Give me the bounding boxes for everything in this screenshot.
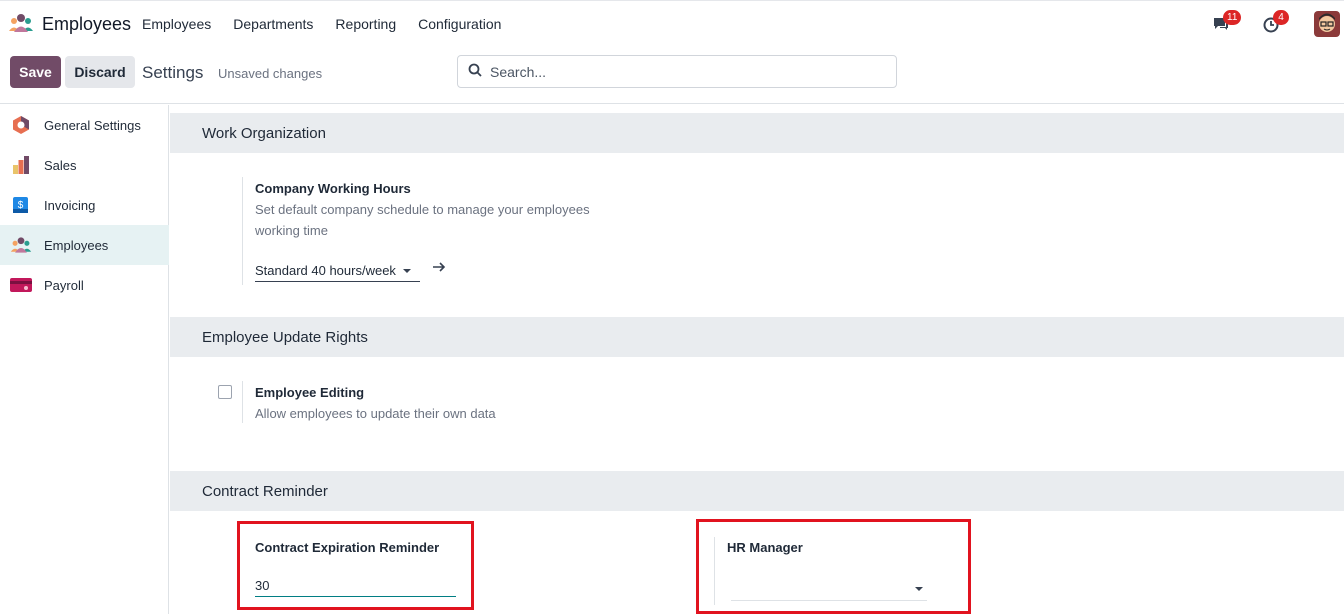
working-hours-select[interactable]: Standard 40 hours/week bbox=[255, 260, 420, 282]
page-title: Settings bbox=[142, 63, 204, 82]
setting-title-employee-editing: Employee Editing bbox=[255, 385, 365, 400]
employees-icon bbox=[10, 234, 32, 256]
navbar-systray: 11 4 bbox=[1204, 9, 1344, 41]
employees-app-icon bbox=[8, 13, 34, 36]
menu-employees[interactable]: Employees bbox=[142, 16, 211, 32]
caret-down-icon bbox=[402, 268, 411, 273]
activities-button[interactable]: 4 bbox=[1262, 10, 1289, 37]
caret-down-icon bbox=[915, 587, 923, 591]
sidebar-item-label: Sales bbox=[44, 157, 77, 173]
section-title: Work Organization bbox=[202, 125, 326, 142]
setting-divider bbox=[242, 381, 243, 423]
sales-chart-icon bbox=[10, 154, 32, 176]
user-avatar[interactable] bbox=[1314, 11, 1340, 37]
section-header-work-organization: Work Organization bbox=[170, 113, 1344, 153]
setting-desc-line2: working time bbox=[255, 223, 328, 238]
employee-editing-checkbox[interactable] bbox=[218, 385, 232, 399]
sidebar-item-label: General Settings bbox=[44, 117, 141, 133]
arrow-right-icon[interactable] bbox=[432, 260, 446, 274]
svg-text:$: $ bbox=[18, 200, 24, 211]
main-menu: Employees Departments Reporting Configur… bbox=[142, 16, 523, 32]
unsaved-status: Unsaved changes bbox=[218, 66, 323, 81]
search-input[interactable] bbox=[490, 63, 870, 80]
setting-title-hr-manager: HR Manager bbox=[727, 540, 803, 555]
sidebar-item-general-settings[interactable]: General Settings bbox=[0, 105, 169, 145]
menu-reporting[interactable]: Reporting bbox=[335, 16, 396, 32]
app-name: Employees bbox=[42, 14, 132, 34]
setting-divider bbox=[242, 177, 243, 285]
sidebar-item-sales[interactable]: Sales bbox=[0, 145, 169, 185]
top-navbar: Employees Employees Departments Reportin… bbox=[0, 0, 1344, 48]
section-title: Employee Update Rights bbox=[202, 329, 368, 346]
discard-button[interactable]: Discard bbox=[65, 56, 135, 88]
menu-configuration[interactable]: Configuration bbox=[418, 16, 501, 32]
hr-manager-select[interactable] bbox=[731, 577, 927, 601]
sidebar-item-employees[interactable]: Employees bbox=[0, 225, 169, 265]
activities-badge: 4 bbox=[1273, 10, 1289, 25]
setting-title-working-hours: Company Working Hours bbox=[255, 181, 411, 196]
expiration-days-input[interactable] bbox=[255, 575, 456, 597]
app-brand[interactable]: Employees bbox=[8, 13, 131, 36]
search-icon bbox=[468, 63, 482, 80]
payroll-icon bbox=[10, 274, 32, 296]
menu-departments[interactable]: Departments bbox=[233, 16, 313, 32]
sidebar-item-label: Payroll bbox=[44, 277, 84, 293]
sidebar-item-invoicing[interactable]: $ Invoicing bbox=[0, 185, 169, 225]
control-panel: Save Discard Settings Unsaved changes bbox=[0, 48, 1344, 104]
messages-button[interactable]: 11 bbox=[1212, 10, 1242, 37]
sidebar-item-label: Employees bbox=[44, 237, 109, 253]
save-button[interactable]: Save bbox=[10, 56, 61, 88]
sidebar-item-label: Invoicing bbox=[44, 197, 96, 213]
settings-sidebar: General Settings Sales $ Invoicing Emplo… bbox=[0, 105, 169, 614]
setting-desc-employee-editing: Allow employees to update their own data bbox=[255, 406, 496, 421]
messages-badge: 11 bbox=[1223, 10, 1242, 25]
setting-divider bbox=[714, 537, 715, 605]
section-header-employee-update-rights: Employee Update Rights bbox=[170, 317, 1344, 357]
setting-desc-line1: Set default company schedule to manage y… bbox=[255, 202, 590, 217]
settings-content: Work Organization Company Working Hours … bbox=[170, 105, 1344, 614]
section-header-contract-reminder: Contract Reminder bbox=[170, 471, 1344, 511]
setting-title-expiration: Contract Expiration Reminder bbox=[255, 540, 440, 555]
invoice-icon: $ bbox=[10, 194, 32, 216]
section-title: Contract Reminder bbox=[202, 483, 328, 500]
sidebar-item-payroll[interactable]: Payroll bbox=[0, 265, 169, 305]
hexagon-logo-icon bbox=[10, 114, 32, 136]
search-box[interactable] bbox=[457, 55, 897, 88]
working-hours-value: Standard 40 hours/week bbox=[255, 263, 396, 278]
